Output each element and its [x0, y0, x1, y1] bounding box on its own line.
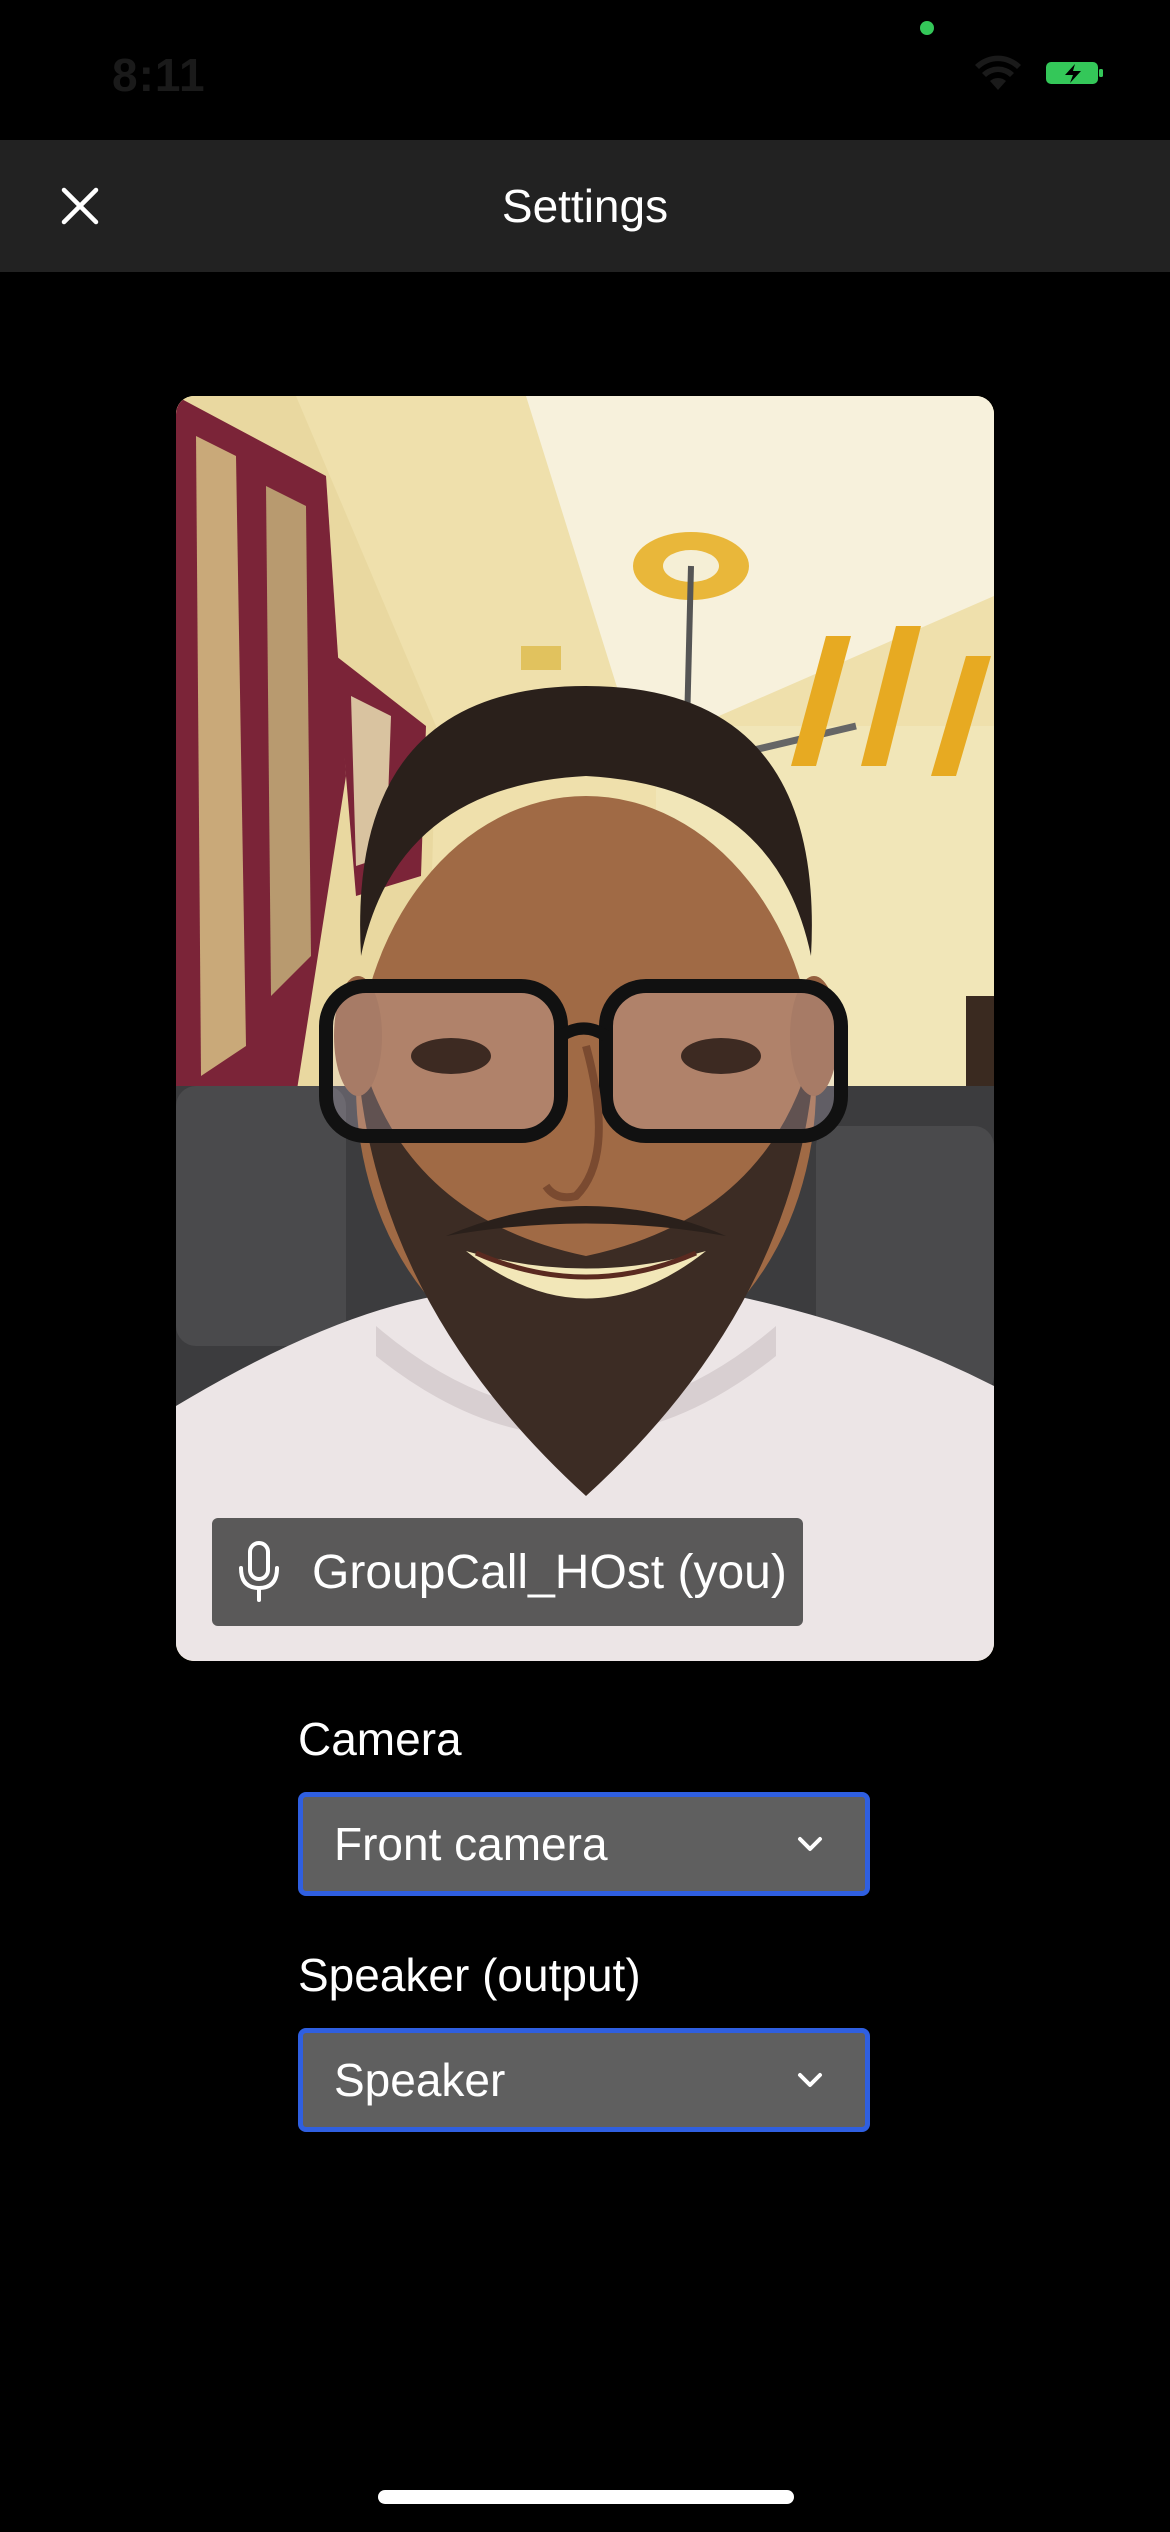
speaker-select-value: Speaker — [334, 2054, 506, 2106]
chevron-down-icon — [798, 1837, 822, 1851]
participant-name: GroupCall_HOst (you) — [312, 1545, 787, 1599]
self-video-preview: GroupCall_HOst (you) — [176, 396, 994, 1661]
speaker-select[interactable]: Speaker — [298, 2028, 870, 2132]
status-time: 8:11 — [112, 49, 206, 101]
participant-name-tag: GroupCall_HOst (you) — [212, 1518, 803, 1626]
battery-charging-icon — [1046, 62, 1103, 84]
speaker-label: Speaker (output) — [298, 1949, 641, 2001]
camera-label: Camera — [298, 1713, 462, 1765]
wifi-icon — [975, 55, 1021, 90]
header-bar: Settings — [0, 140, 1170, 272]
home-indicator[interactable] — [378, 2490, 794, 2504]
mic-active-indicator — [920, 21, 934, 35]
microphone-icon — [239, 1541, 279, 1602]
camera-select[interactable]: Front camera — [298, 1792, 870, 1896]
camera-feed-image — [176, 396, 994, 1661]
camera-select-value: Front camera — [334, 1818, 608, 1870]
page-title: Settings — [501, 180, 669, 232]
chevron-down-icon — [798, 2073, 822, 2087]
close-button[interactable] — [40, 166, 120, 246]
close-icon — [61, 187, 99, 225]
status-bar: 8:11 — [0, 0, 1170, 140]
